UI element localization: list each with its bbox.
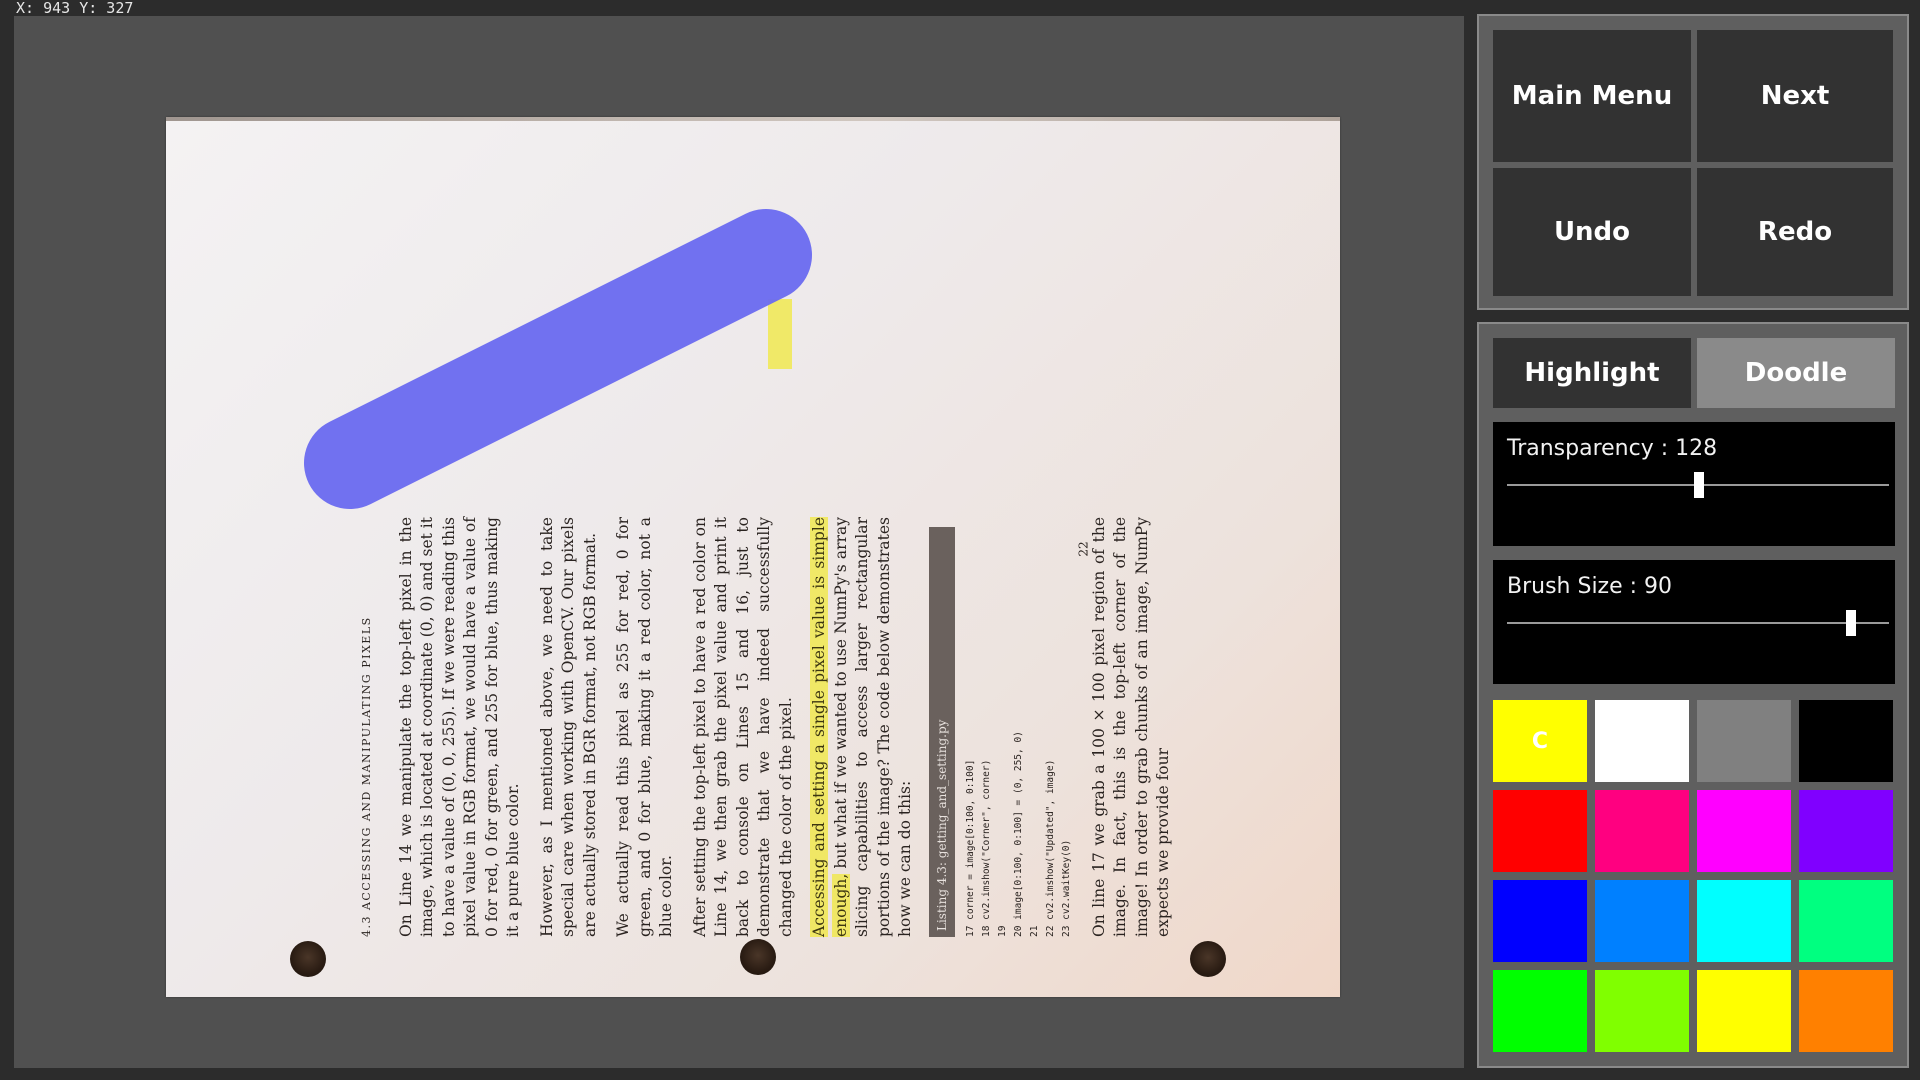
transparency-track[interactable] — [1507, 472, 1889, 498]
paragraph-4: After setting the top-left pixel to have… — [690, 517, 795, 937]
main-menu-button[interactable]: Main Menu — [1493, 30, 1691, 162]
document-page[interactable]: 4.3 accessing and manipulating pixels On… — [166, 117, 1340, 997]
code-listing-title: Listing 4.3: getting_and_setting.py — [928, 527, 955, 937]
highlight-tool-button[interactable]: Highlight — [1493, 338, 1691, 408]
binder-hole-2 — [740, 939, 776, 975]
color-swatch-spring-green[interactable] — [1799, 880, 1893, 962]
next-button[interactable]: Next — [1697, 30, 1893, 162]
color-swatch-rose[interactable] — [1595, 790, 1689, 872]
color-swatch-cyan[interactable] — [1697, 880, 1791, 962]
doodle-tool-button[interactable]: Doodle — [1697, 338, 1895, 408]
redo-button[interactable]: Redo — [1697, 168, 1893, 296]
page-top-edge — [166, 117, 1340, 121]
color-swatch-blue[interactable] — [1493, 880, 1587, 962]
color-swatch-yellow[interactable]: C — [1493, 700, 1587, 782]
cursor-coordinates: X: 943 Y: 327 — [16, 0, 134, 17]
color-swatch-red[interactable] — [1493, 790, 1587, 872]
brush-size-slider-panel: Brush Size : 90 — [1493, 560, 1895, 684]
color-swatch-magenta[interactable] — [1697, 790, 1791, 872]
canvas-workspace[interactable]: 4.3 accessing and manipulating pixels On… — [14, 16, 1464, 1068]
color-swatch-yellow-2[interactable] — [1697, 970, 1791, 1052]
color-swatch-black[interactable] — [1799, 700, 1893, 782]
paragraph-3: We actually read this pixel as 255 for r… — [614, 517, 675, 937]
color-swatch-gray[interactable] — [1697, 700, 1791, 782]
brush-size-slider-handle[interactable] — [1845, 610, 1856, 636]
page-text-block: 4.3 accessing and manipulating pixels On… — [356, 517, 1172, 937]
brush-size-track[interactable] — [1507, 610, 1889, 636]
undo-button[interactable]: Undo — [1493, 168, 1691, 296]
transparency-label: Transparency : 128 — [1507, 436, 1718, 461]
brush-size-label: Brush Size : 90 — [1507, 574, 1673, 599]
running-header: 4.3 accessing and manipulating pixels — [360, 616, 373, 937]
binder-hole-3 — [1190, 941, 1226, 977]
color-swatch-violet[interactable] — [1799, 790, 1893, 872]
paragraph-5: Accessing and setting a single pixel val… — [809, 517, 917, 937]
closing-paragraph: On line 17 we grab a 100 × 100 pixel reg… — [1089, 517, 1173, 937]
paragraph-1: On Line 14 we manipulate the top-left pi… — [396, 517, 523, 937]
tool-panel: Highlight Doodle Transparency : 128 Brus… — [1477, 322, 1909, 1068]
color-swatch-green[interactable] — [1493, 970, 1587, 1052]
binder-hole-1 — [290, 941, 326, 977]
transparency-slider-panel: Transparency : 128 — [1493, 422, 1895, 546]
code-block: 17 corner = image[0:100, 0:100] 18 cv2.i… — [964, 731, 1072, 937]
color-swatch-azure[interactable] — [1595, 880, 1689, 962]
paragraph-2: However, as I mentioned above, we need t… — [537, 517, 599, 937]
color-swatch-white[interactable] — [1595, 700, 1689, 782]
color-swatch-orange[interactable] — [1799, 970, 1893, 1052]
transparency-slider-handle[interactable] — [1693, 472, 1704, 498]
navigation-panel: Main Menu Next Undo Redo — [1477, 14, 1909, 310]
highlight-stroke — [768, 299, 792, 369]
page-number: 22 — [1076, 541, 1091, 557]
color-swatch-chartreuse[interactable] — [1595, 970, 1689, 1052]
